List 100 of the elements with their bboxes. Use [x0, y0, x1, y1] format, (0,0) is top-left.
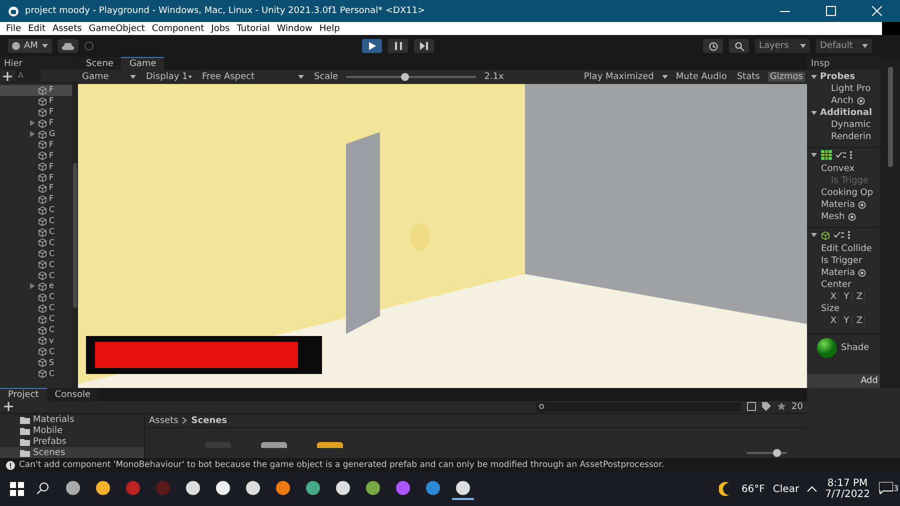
- property-label: Mesh: [821, 212, 845, 222]
- play-button[interactable]: [362, 39, 382, 53]
- menu-item[interactable]: Assets: [52, 24, 82, 34]
- target-icon[interactable]: [848, 212, 856, 221]
- hierarchy-tab[interactable]: Hier: [0, 57, 78, 70]
- cloud-button[interactable]: [58, 39, 78, 53]
- star-icon[interactable]: [776, 402, 786, 412]
- view-mode-dropdown[interactable]: Game: [80, 72, 138, 82]
- menu-item[interactable]: Help: [319, 24, 340, 34]
- view-tab[interactable]: Game: [121, 57, 164, 70]
- hierarchy-row[interactable]: G: [0, 128, 72, 140]
- hierarchy-row[interactable]: F: [0, 118, 72, 129]
- windows-start-icon[interactable]: [10, 482, 24, 496]
- panel-tab[interactable]: Project: [0, 388, 47, 400]
- hierarchy-row[interactable]: S: [0, 357, 72, 368]
- hierarchy-row[interactable]: C: [0, 314, 72, 325]
- add-icon[interactable]: [3, 72, 12, 80]
- settings-icon[interactable]: [836, 151, 846, 160]
- hierarchy-row[interactable]: C: [0, 237, 72, 248]
- hierarchy-row[interactable]: e: [0, 281, 72, 292]
- hierarchy-row[interactable]: C: [0, 248, 72, 260]
- layout-dropdown[interactable]: Default: [816, 39, 872, 53]
- target-icon[interactable]: [856, 97, 865, 106]
- breadcrumb-item[interactable]: Scenes: [191, 416, 228, 426]
- hierarchy-row[interactable]: C: [0, 346, 72, 358]
- notification-button[interactable]: 3: [878, 478, 900, 500]
- panel-tab[interactable]: Console: [46, 388, 99, 400]
- scrollbar[interactable]: [72, 83, 78, 388]
- scrollbar[interactable]: [888, 67, 892, 167]
- hierarchy-row[interactable]: C: [0, 292, 72, 303]
- chevron-up-icon[interactable]: [807, 486, 818, 492]
- hierarchy-row[interactable]: F: [0, 172, 72, 184]
- folder-row[interactable]: Materials: [0, 414, 144, 425]
- menu-item[interactable]: Edit: [28, 24, 46, 34]
- menu-item[interactable]: Tutorial: [236, 24, 270, 34]
- menu-item[interactable]: Component: [152, 24, 204, 34]
- search-field[interactable]: A: [15, 71, 41, 81]
- menu-item[interactable]: GameObject: [88, 24, 145, 34]
- asset-thumbnail[interactable]: [261, 442, 287, 448]
- mute-audio-button[interactable]: Mute Audio: [674, 72, 729, 82]
- pause-button[interactable]: [388, 39, 408, 53]
- breadcrumb-item[interactable]: Assets: [149, 416, 178, 426]
- hierarchy-row[interactable]: F: [0, 139, 72, 150]
- hierarchy-row[interactable]: F: [0, 183, 72, 194]
- history-button[interactable]: [703, 39, 724, 53]
- hierarchy-row[interactable]: F: [0, 161, 72, 172]
- hierarchy-row[interactable]: C: [0, 302, 72, 314]
- folder-row[interactable]: Prefabs: [0, 436, 144, 447]
- target-icon[interactable]: [858, 200, 866, 209]
- expand-arrow-icon[interactable]: [30, 120, 35, 126]
- play-icon: [368, 42, 376, 50]
- expand-arrow-icon[interactable]: [30, 283, 35, 290]
- clock-date: 7/7/2022: [825, 489, 870, 500]
- hierarchy-row[interactable]: C: [0, 270, 72, 282]
- settings-icon[interactable]: [834, 231, 844, 240]
- layers-dropdown[interactable]: Layers: [755, 39, 810, 53]
- gizmos-button[interactable]: Gizmos: [768, 72, 805, 82]
- aspect-dropdown[interactable]: Free Aspect: [200, 72, 306, 82]
- cube-icon: [38, 86, 47, 95]
- menu-item[interactable]: Jobs: [211, 24, 230, 34]
- view-tab[interactable]: Scene: [78, 57, 122, 70]
- menu-item[interactable]: File: [6, 24, 22, 34]
- filter-icon[interactable]: [746, 402, 756, 412]
- caret-icon: [811, 75, 817, 80]
- hierarchy-row[interactable]: C: [0, 259, 72, 270]
- folder-row[interactable]: Mobile: [0, 425, 144, 436]
- warning-icon: [6, 460, 15, 470]
- hierarchy-row[interactable]: F: [0, 106, 72, 118]
- hierarchy-row[interactable]: F: [0, 96, 72, 107]
- cube-icon: [38, 108, 47, 117]
- taskbar-app-icon[interactable]: [452, 478, 474, 500]
- hierarchy-row[interactable]: F: [0, 150, 72, 162]
- search-field[interactable]: [536, 402, 741, 412]
- step-button[interactable]: [414, 39, 434, 53]
- folder-row[interactable]: Scenes: [0, 447, 144, 458]
- hierarchy-row[interactable]: C: [0, 226, 72, 238]
- add-icon[interactable]: [4, 402, 13, 412]
- hierarchy-row[interactable]: F: [0, 85, 72, 96]
- account-button[interactable]: AM: [8, 39, 52, 53]
- inspector-tab[interactable]: Insp: [807, 57, 880, 70]
- hierarchy-row[interactable]: C: [0, 204, 72, 216]
- stats-button[interactable]: Stats: [734, 72, 762, 82]
- add-component-button[interactable]: Add: [807, 374, 880, 388]
- asset-thumbnail[interactable]: [317, 442, 343, 448]
- section-header[interactable]: Probes: [820, 72, 856, 82]
- section-header[interactable]: Additional: [820, 108, 872, 118]
- menu-item[interactable]: Window: [276, 24, 312, 34]
- hierarchy-row[interactable]: C: [0, 368, 72, 380]
- scale-value: 2.1x: [483, 72, 505, 82]
- search-button[interactable]: [729, 39, 750, 53]
- hierarchy-row[interactable]: v: [0, 335, 72, 346]
- display-dropdown[interactable]: Display 1: [144, 72, 194, 82]
- hierarchy-row[interactable]: C: [0, 216, 72, 227]
- expand-arrow-icon[interactable]: [30, 131, 35, 137]
- hierarchy-row[interactable]: C: [0, 324, 72, 336]
- target-icon[interactable]: [858, 268, 866, 277]
- hierarchy-row[interactable]: F: [0, 194, 72, 205]
- search-icon: [538, 404, 545, 410]
- cube-icon: [38, 347, 47, 356]
- play-maximized-dropdown[interactable]: Play Maximized: [582, 72, 656, 82]
